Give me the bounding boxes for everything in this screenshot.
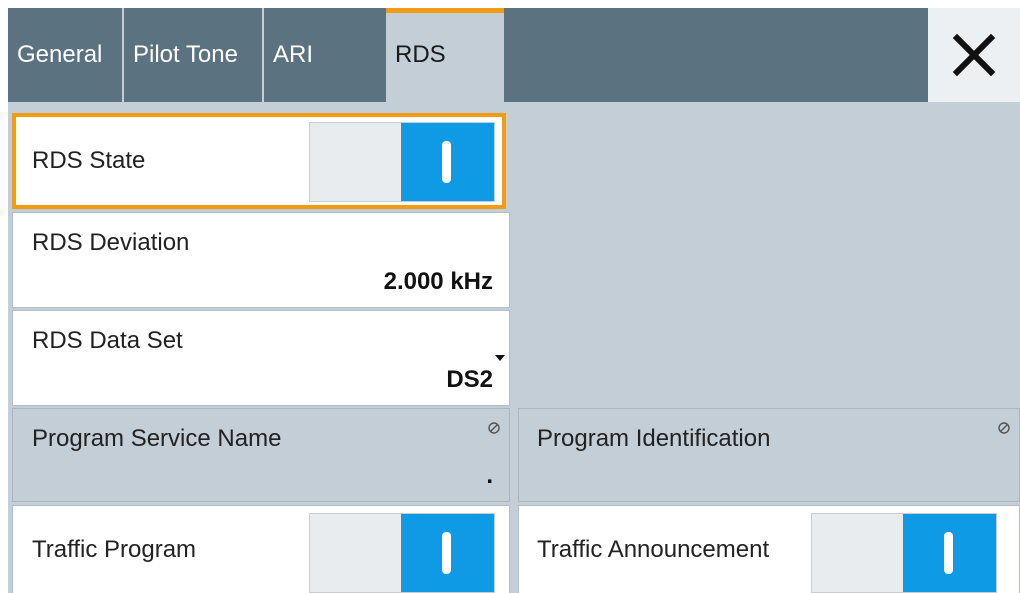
toggle-on-knob <box>401 514 494 592</box>
traffic-program-cell: Traffic Program <box>12 505 510 593</box>
dropdown-arrow-icon <box>495 355 505 361</box>
program-service-name-field[interactable]: Program Service Name . <box>12 408 510 502</box>
traffic-announcement-cell: Traffic Announcement <box>518 505 1020 593</box>
program-identification-field[interactable]: Program Identification <box>518 408 1020 502</box>
rds-state-toggle[interactable] <box>309 122 495 202</box>
tab-pilot-tone[interactable]: Pilot Tone <box>124 8 264 102</box>
rds-state-cell: RDS State <box>12 113 506 209</box>
rds-data-set-label: RDS Data Set <box>32 327 183 354</box>
rds-data-set-select[interactable]: RDS Data Set DS2 <box>12 310 510 406</box>
program-identification-label: Program Identification <box>537 425 771 452</box>
rds-settings-dialog: General Pilot Tone ARI RDS RDS State RDS… <box>8 8 1020 593</box>
rds-deviation-value: 2.000 kHz <box>383 268 493 295</box>
tab-general[interactable]: General <box>8 8 124 102</box>
tab-rds[interactable]: RDS <box>386 8 504 102</box>
traffic-announcement-label: Traffic Announcement <box>537 536 770 563</box>
toggle-on-knob <box>401 123 494 201</box>
traffic-announcement-toggle[interactable] <box>811 513 997 593</box>
program-service-name-label: Program Service Name <box>32 425 282 452</box>
rds-deviation-field[interactable]: RDS Deviation 2.000 kHz <box>12 212 510 308</box>
traffic-program-toggle[interactable] <box>309 513 495 593</box>
read-only-icon <box>488 422 500 434</box>
rds-data-set-value: DS2 <box>446 366 493 393</box>
close-icon <box>952 33 996 77</box>
tab-bar: General Pilot Tone ARI RDS <box>8 8 1020 102</box>
rds-state-label: RDS State <box>32 147 146 174</box>
rds-deviation-label: RDS Deviation <box>32 229 190 256</box>
read-only-icon <box>998 422 1010 434</box>
program-service-name-value: . <box>486 462 493 489</box>
tab-ari[interactable]: ARI <box>264 8 386 102</box>
toggle-on-knob <box>903 514 996 592</box>
traffic-program-label: Traffic Program <box>32 536 197 563</box>
close-button[interactable] <box>928 8 1020 102</box>
